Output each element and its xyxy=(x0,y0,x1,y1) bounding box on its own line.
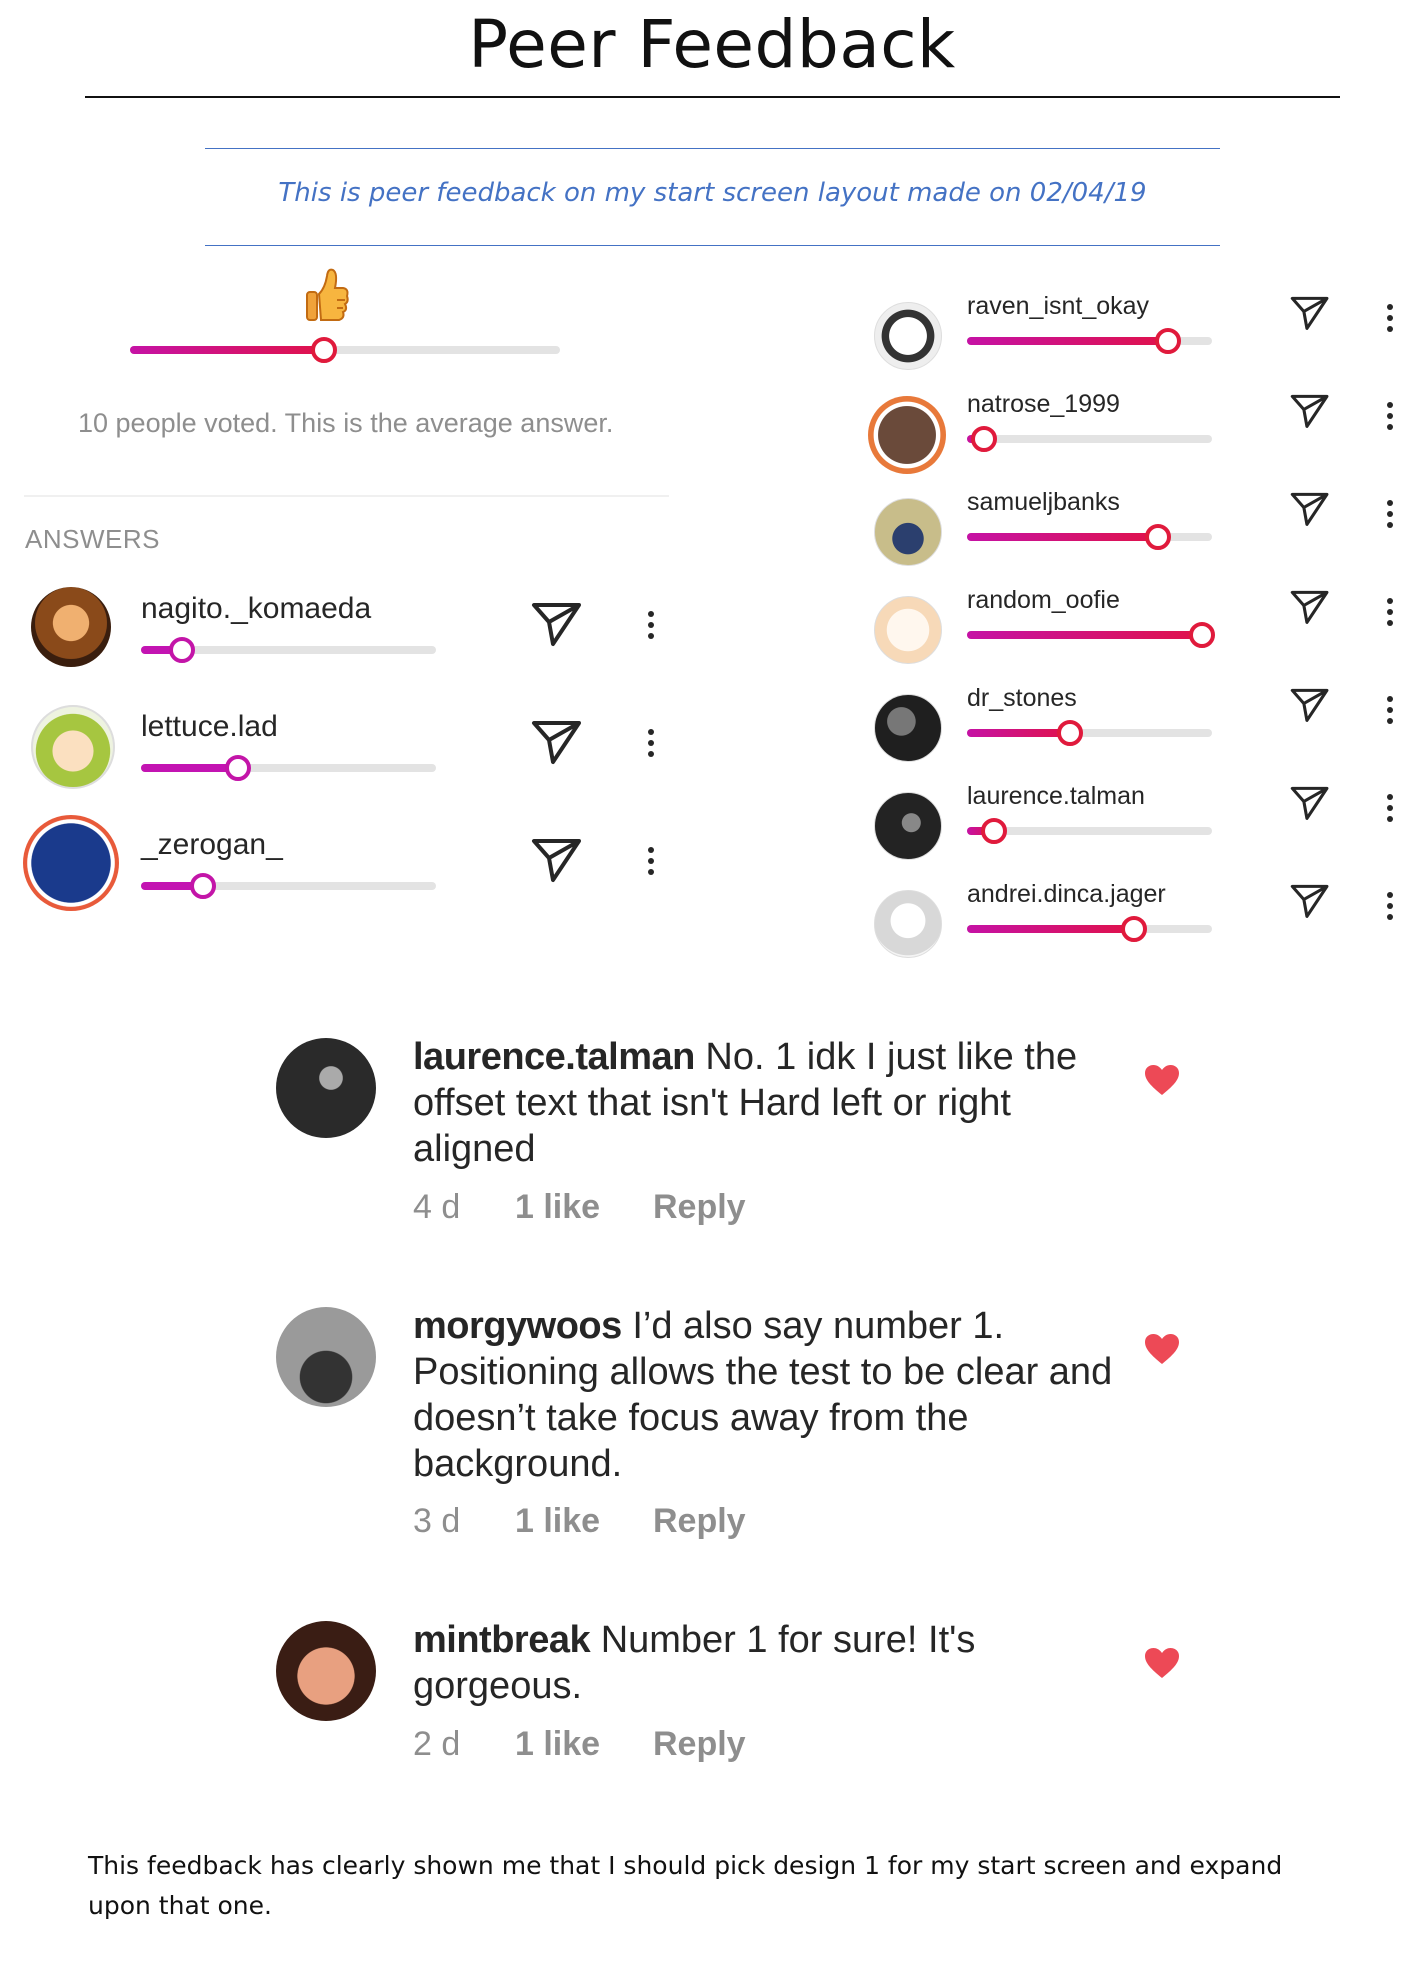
answer-slider xyxy=(967,328,1212,354)
comment-username[interactable]: morgywoos xyxy=(413,1305,622,1347)
answer-username[interactable]: _zerogan_ xyxy=(141,828,283,862)
avatar[interactable] xyxy=(276,1307,376,1407)
answer-slider-knob xyxy=(1145,524,1172,550)
avatar[interactable] xyxy=(874,498,942,566)
answer-slider-knob xyxy=(971,426,998,452)
send-icon[interactable] xyxy=(531,718,583,766)
answer-slider-knob xyxy=(1120,916,1147,942)
send-icon[interactable] xyxy=(1290,490,1330,528)
send-icon[interactable] xyxy=(1290,392,1330,430)
answer-username[interactable]: natrose_1999 xyxy=(967,390,1120,419)
poll-summary: 10 people voted. This is the average ans… xyxy=(78,408,614,438)
answer-username[interactable]: lettuce.lad xyxy=(141,710,278,744)
subtitle: This is peer feedback on my start screen… xyxy=(278,178,1147,208)
answer-slider-fill xyxy=(967,925,1134,933)
comment-likes[interactable]: 1 like xyxy=(515,1502,600,1540)
answer-slider xyxy=(967,622,1216,648)
answer-username[interactable]: laurence.talman xyxy=(967,782,1145,811)
reply-button[interactable]: Reply xyxy=(653,1188,746,1226)
average-slider-fill xyxy=(130,346,324,354)
answers-header: ANSWERS xyxy=(25,524,160,554)
avatar[interactable] xyxy=(874,596,942,664)
avatar[interactable] xyxy=(276,1621,376,1721)
answer-slider xyxy=(967,818,1212,844)
answer-slider xyxy=(141,637,436,663)
answer-username[interactable]: random_oofie xyxy=(967,586,1120,615)
more-options-icon[interactable] xyxy=(647,847,655,880)
avatar[interactable] xyxy=(31,705,115,789)
more-options-icon[interactable] xyxy=(1386,794,1394,827)
send-icon[interactable] xyxy=(1290,588,1330,626)
answer-username[interactable]: dr_stones xyxy=(967,684,1077,713)
comment-age: 2 d xyxy=(413,1725,461,1763)
answer-slider-knob xyxy=(980,818,1007,844)
answer-username[interactable]: raven_isnt_okay xyxy=(967,292,1149,321)
avatar[interactable] xyxy=(874,890,942,958)
answer-slider xyxy=(967,720,1212,746)
answer-slider-fill xyxy=(967,729,1070,737)
avatar[interactable] xyxy=(874,694,942,762)
send-icon[interactable] xyxy=(1290,784,1330,822)
answer-username[interactable]: andrei.dinca.jager xyxy=(967,880,1166,909)
answer-slider xyxy=(967,426,1212,452)
avatar[interactable] xyxy=(868,396,946,474)
avatar[interactable] xyxy=(874,302,942,370)
more-options-icon[interactable] xyxy=(1386,598,1394,631)
comment-body: morgywoos I’d also say number 1. Positio… xyxy=(413,1303,1133,1487)
answer-slider xyxy=(967,916,1212,942)
avatar[interactable] xyxy=(874,792,942,860)
comment-likes[interactable]: 1 like xyxy=(515,1725,600,1763)
answer-username[interactable]: samueljbanks xyxy=(967,488,1120,517)
section-divider xyxy=(24,495,669,497)
more-options-icon[interactable] xyxy=(1386,304,1394,337)
answer-slider xyxy=(141,755,436,781)
more-options-icon[interactable] xyxy=(647,611,655,644)
send-icon[interactable] xyxy=(1290,294,1330,332)
send-icon[interactable] xyxy=(531,836,583,884)
page-title: Peer Feedback xyxy=(468,6,956,83)
answer-slider-fill xyxy=(967,533,1159,541)
more-options-icon[interactable] xyxy=(1386,402,1394,435)
comment-age: 3 d xyxy=(413,1502,461,1540)
answer-slider xyxy=(141,873,436,899)
thumbs-up-icon xyxy=(303,264,351,324)
answer-slider-fill xyxy=(967,337,1168,345)
heart-icon[interactable] xyxy=(1144,1333,1180,1365)
answer-slider-fill xyxy=(967,631,1203,639)
answer-slider-knob xyxy=(1154,328,1181,354)
reply-button[interactable]: Reply xyxy=(653,1725,746,1763)
title-underline xyxy=(85,96,1340,98)
heart-icon[interactable] xyxy=(1144,1647,1180,1679)
answer-slider-knob xyxy=(1189,622,1216,648)
send-icon[interactable] xyxy=(1290,882,1330,920)
send-icon[interactable] xyxy=(531,600,583,648)
comment-body: laurence.talman No. 1 idk I just like th… xyxy=(413,1034,1133,1172)
answer-slider-knob xyxy=(1056,720,1083,746)
comment-body: mintbreak Number 1 for sure! It's gorgeo… xyxy=(413,1617,1133,1709)
send-icon[interactable] xyxy=(1290,686,1330,724)
answer-username[interactable]: nagito._komaeda xyxy=(141,592,371,626)
more-options-icon[interactable] xyxy=(1386,500,1394,533)
average-slider-knob xyxy=(310,337,337,363)
more-options-icon[interactable] xyxy=(1386,892,1394,925)
subtitle-top-rule xyxy=(205,148,1220,149)
comment-username[interactable]: mintbreak xyxy=(413,1619,591,1661)
more-options-icon[interactable] xyxy=(647,729,655,762)
avatar[interactable] xyxy=(276,1038,376,1138)
more-options-icon[interactable] xyxy=(1386,696,1394,729)
comment-likes[interactable]: 1 like xyxy=(515,1188,600,1226)
conclusion-text: This feedback has clearly shown me that … xyxy=(88,1851,1283,1920)
comment-age: 4 d xyxy=(413,1188,461,1226)
avatar[interactable] xyxy=(23,815,119,911)
average-slider-track xyxy=(130,337,560,363)
avatar[interactable] xyxy=(31,587,111,667)
heart-icon[interactable] xyxy=(1144,1064,1180,1096)
reply-button[interactable]: Reply xyxy=(653,1502,746,1540)
comment-username[interactable]: laurence.talman xyxy=(413,1036,695,1078)
subtitle-bottom-rule xyxy=(205,245,1220,246)
answer-slider xyxy=(967,524,1212,550)
